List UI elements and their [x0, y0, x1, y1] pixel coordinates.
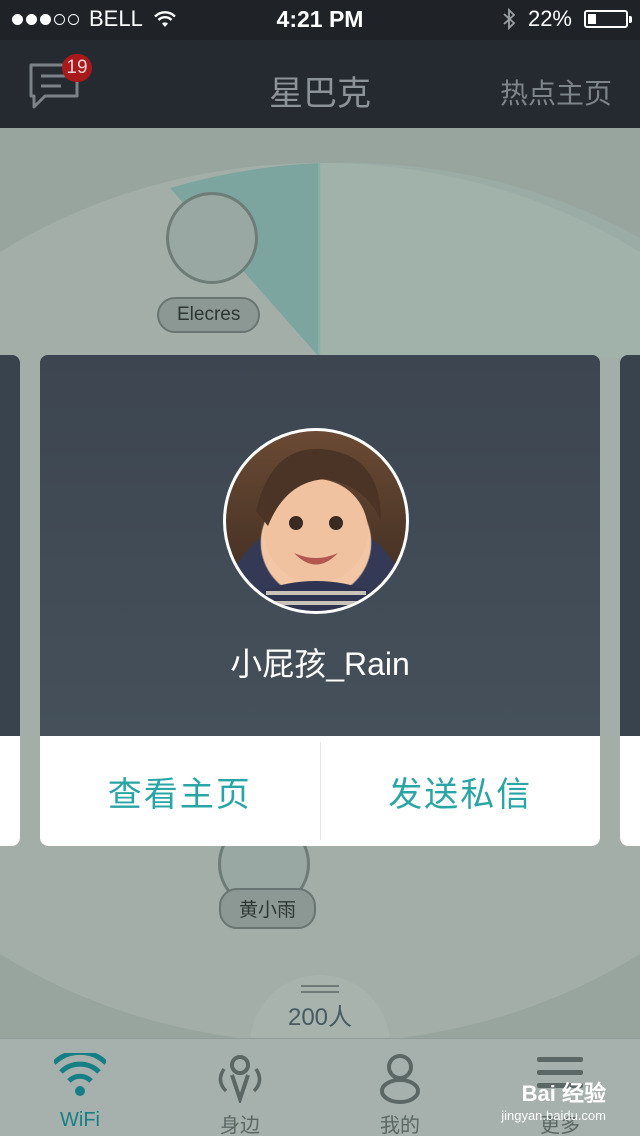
tab-wifi[interactable]: WiFi — [0, 1039, 160, 1136]
watermark-url: jingyan.baidu.com — [501, 1108, 606, 1123]
drag-handle-icon — [301, 985, 339, 993]
peer-name-label[interactable]: Elecres — [157, 297, 261, 333]
tab-label: 身边 — [220, 1115, 260, 1136]
send-message-button[interactable]: 发送私信 — [321, 736, 601, 846]
tab-label: 我的 — [380, 1115, 420, 1136]
user-name: 小屁孩_Rain — [230, 646, 410, 682]
battery-icon — [584, 10, 632, 28]
wifi-icon — [54, 1053, 106, 1096]
hotspot-home-link[interactable]: 热点主页 — [500, 72, 612, 112]
peer-avatar[interactable] — [166, 192, 258, 284]
tab-nearby[interactable]: 身边 — [160, 1039, 320, 1136]
status-right: 22% — [502, 6, 632, 32]
prev-card-edge[interactable] — [0, 355, 20, 846]
peer-name-label[interactable]: 黄小雨 — [219, 888, 317, 929]
tab-mine[interactable]: 我的 — [320, 1039, 480, 1136]
view-profile-button[interactable]: 查看主页 — [40, 736, 320, 846]
nearby-icon — [218, 1055, 262, 1103]
tab-bar: WiFi 身边 我的 更多 Bai 经验 jingyan.baidu.com — [0, 1038, 640, 1136]
people-count: 200人 — [287, 1004, 353, 1031]
card-actions: 查看主页 发送私信 — [40, 736, 600, 846]
tab-label: WiFi — [60, 1109, 100, 1131]
user-avatar[interactable] — [223, 428, 409, 614]
profile-card: 小屁孩_Rain 查看主页 发送私信 — [40, 355, 600, 846]
watermark-logo: Bai 经验 — [521, 1081, 606, 1106]
battery-percent: 22% — [527, 6, 572, 31]
person-icon — [380, 1054, 420, 1104]
next-card-edge[interactable] — [620, 355, 640, 846]
nav-bar: 19 星巴克 热点主页 — [0, 40, 640, 128]
bluetooth-icon — [503, 8, 516, 30]
status-bar: BELL 4:21 PM 22% — [0, 0, 640, 40]
avatar-face-image — [256, 448, 381, 611]
baidu-watermark: Bai 经验 jingyan.baidu.com — [501, 1076, 606, 1123]
